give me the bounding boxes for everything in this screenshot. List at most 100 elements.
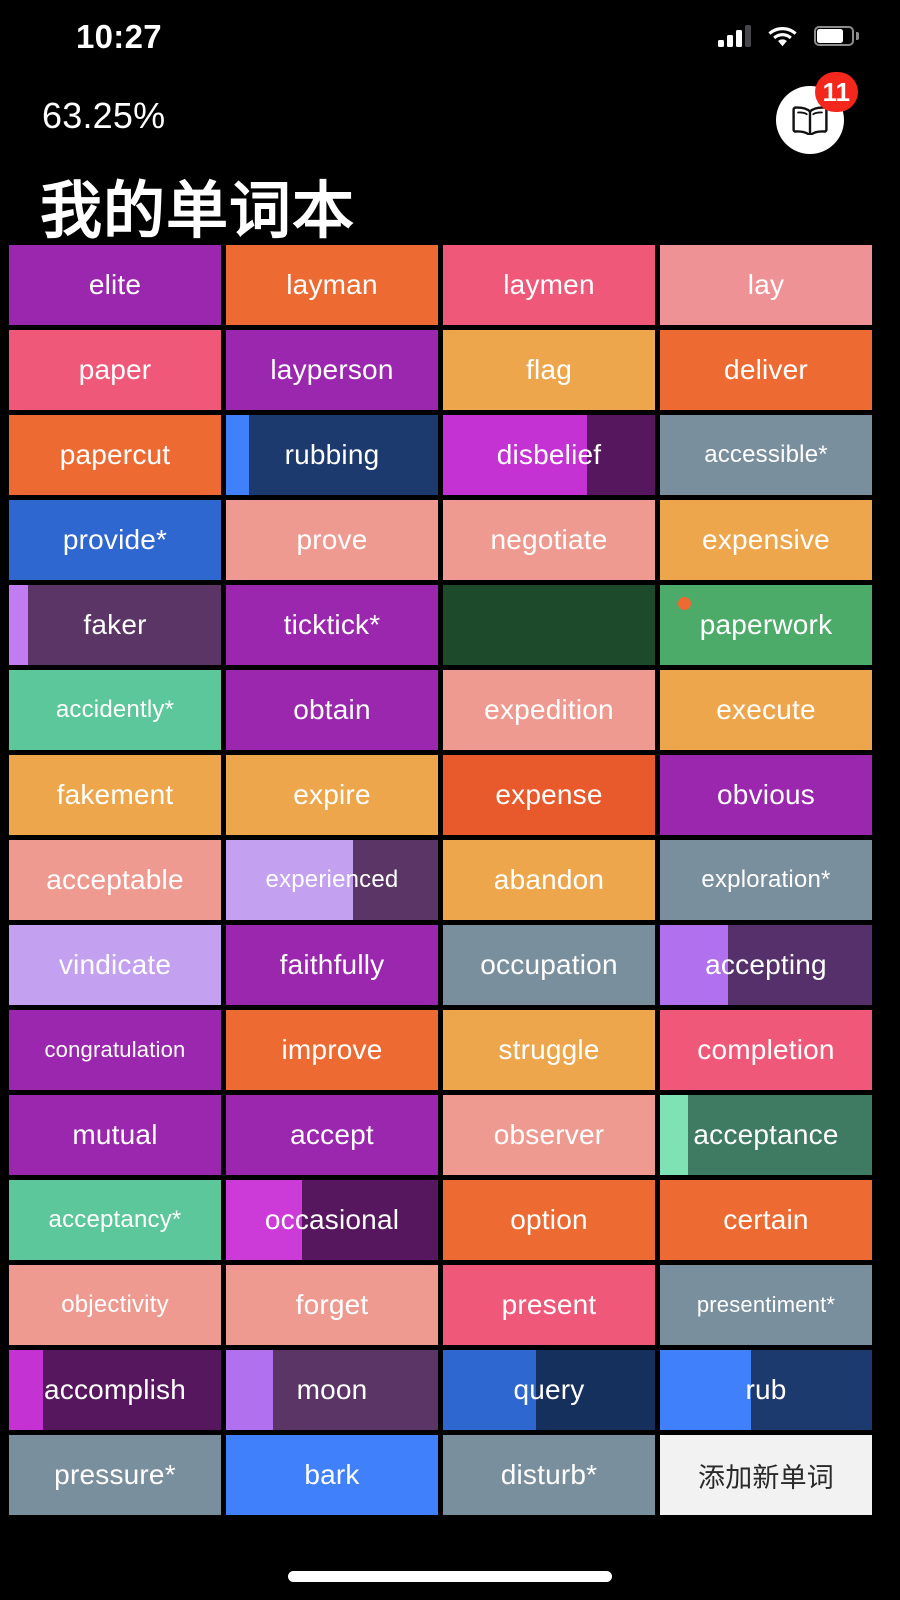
word-tile[interactable]: execute (660, 670, 872, 750)
word-label: execute (716, 694, 816, 725)
tile-progress-fill (226, 1350, 273, 1430)
word-tile[interactable]: acceptable (9, 840, 221, 920)
word-tile[interactable]: paper (9, 330, 221, 410)
word-tile[interactable]: faker (9, 585, 221, 665)
word-tile[interactable]: presentiment* (660, 1265, 872, 1345)
word-label: laymen (503, 269, 595, 300)
word-tile[interactable]: deliver (660, 330, 872, 410)
word-tile[interactable]: fakement (9, 755, 221, 835)
word-label: lay (747, 269, 785, 300)
wifi-icon (768, 26, 797, 47)
word-tile[interactable]: faithfully (226, 925, 438, 1005)
word-tile[interactable]: layman (226, 245, 438, 325)
word-label: acceptancy* (48, 1206, 182, 1233)
word-label: experienced (265, 866, 399, 893)
word-tile[interactable]: objectivity (9, 1265, 221, 1345)
word-label: expire (293, 779, 371, 810)
word-tile[interactable]: accept (226, 1095, 438, 1175)
word-tile[interactable]: negotiate (443, 500, 655, 580)
word-label: improve (281, 1034, 383, 1065)
word-label: rubbing (284, 439, 380, 470)
word-tile[interactable]: disbelief (443, 415, 655, 495)
word-tile[interactable]: layperson (226, 330, 438, 410)
word-label: mutual (72, 1119, 158, 1150)
word-tile[interactable]: obvious (660, 755, 872, 835)
word-label: obtain (293, 694, 371, 725)
tile-progress-fill (226, 415, 250, 495)
word-label: elite (88, 269, 142, 300)
progress-percentage: 63.25% (42, 95, 166, 136)
word-tile[interactable]: accidently* (9, 670, 221, 750)
tile-progress-fill (9, 585, 29, 665)
word-label: flag (526, 354, 572, 385)
word-tile[interactable]: bark (226, 1435, 438, 1515)
word-label: paperwork (699, 609, 833, 640)
word-tile[interactable]: papercut (9, 415, 221, 495)
word-tile[interactable]: acceptancy* (9, 1180, 221, 1260)
word-label: negotiate (490, 524, 608, 555)
word-tile[interactable]: ticktick* (226, 585, 438, 665)
word-tile[interactable]: pressure* (9, 1435, 221, 1515)
word-label: struggle (498, 1034, 600, 1065)
word-tile[interactable]: expense (443, 755, 655, 835)
word-tile[interactable]: rubbing (226, 415, 438, 495)
word-tile[interactable]: present (443, 1265, 655, 1345)
word-label: pressure* (54, 1459, 176, 1490)
word-tile[interactable]: paperwork (660, 585, 872, 665)
word-tile[interactable]: expire (226, 755, 438, 835)
word-label: deliver (724, 354, 808, 385)
word-tile[interactable]: lay (660, 245, 872, 325)
word-tile[interactable]: mutual (9, 1095, 221, 1175)
word-tile[interactable]: accessible* (660, 415, 872, 495)
word-tile[interactable]: vindicate (9, 925, 221, 1005)
word-tile[interactable]: accomplish (9, 1350, 221, 1430)
word-tile-empty[interactable] (443, 585, 655, 665)
word-label: query (513, 1374, 585, 1405)
word-tile[interactable]: accepting (660, 925, 872, 1005)
wordbook-button[interactable]: 11 (776, 72, 858, 154)
word-label: abandon (493, 864, 605, 895)
word-label: accepting (705, 949, 827, 980)
word-tile[interactable]: occupation (443, 925, 655, 1005)
word-tile[interactable]: elite (9, 245, 221, 325)
word-tile[interactable]: abandon (443, 840, 655, 920)
word-label: ticktick* (283, 609, 381, 640)
word-tile[interactable]: prove (226, 500, 438, 580)
word-tile[interactable]: congratulation (9, 1010, 221, 1090)
word-tile[interactable]: laymen (443, 245, 655, 325)
word-tile[interactable]: query (443, 1350, 655, 1430)
word-tile[interactable]: acceptance (660, 1095, 872, 1175)
word-tile[interactable]: forget (226, 1265, 438, 1345)
word-label: certain (723, 1204, 809, 1235)
word-label: vindicate (58, 949, 172, 980)
word-tile[interactable]: option (443, 1180, 655, 1260)
word-label: rub (745, 1374, 787, 1405)
word-tile[interactable]: disturb* (443, 1435, 655, 1515)
word-label: option (510, 1204, 588, 1235)
word-tile[interactable]: obtain (226, 670, 438, 750)
word-label: accidently* (55, 696, 175, 723)
add-word-button[interactable]: 添加新单词 (660, 1435, 872, 1515)
word-label: bark (304, 1459, 360, 1490)
word-tile[interactable]: occasional (226, 1180, 438, 1260)
word-tile[interactable]: moon (226, 1350, 438, 1430)
word-tile[interactable]: struggle (443, 1010, 655, 1090)
word-tile[interactable]: expedition (443, 670, 655, 750)
word-tile[interactable]: certain (660, 1180, 872, 1260)
word-tile[interactable]: completion (660, 1010, 872, 1090)
word-tile[interactable]: flag (443, 330, 655, 410)
word-label: present (501, 1289, 597, 1320)
word-tile[interactable]: experienced (226, 840, 438, 920)
word-tile[interactable]: provide* (9, 500, 221, 580)
word-tile[interactable]: exploration* (660, 840, 872, 920)
word-tile[interactable]: expensive (660, 500, 872, 580)
word-tile[interactable]: observer (443, 1095, 655, 1175)
word-label: acceptable (46, 864, 184, 895)
word-label: expensive (702, 524, 830, 555)
word-label: expense (495, 779, 603, 810)
app-root: 10:27 63.25% 11 我的单词本 elite layman layme… (0, 0, 900, 1600)
word-label: acceptance (693, 1119, 839, 1150)
word-label: provide* (62, 524, 168, 555)
word-tile[interactable]: improve (226, 1010, 438, 1090)
word-tile[interactable]: rub (660, 1350, 872, 1430)
